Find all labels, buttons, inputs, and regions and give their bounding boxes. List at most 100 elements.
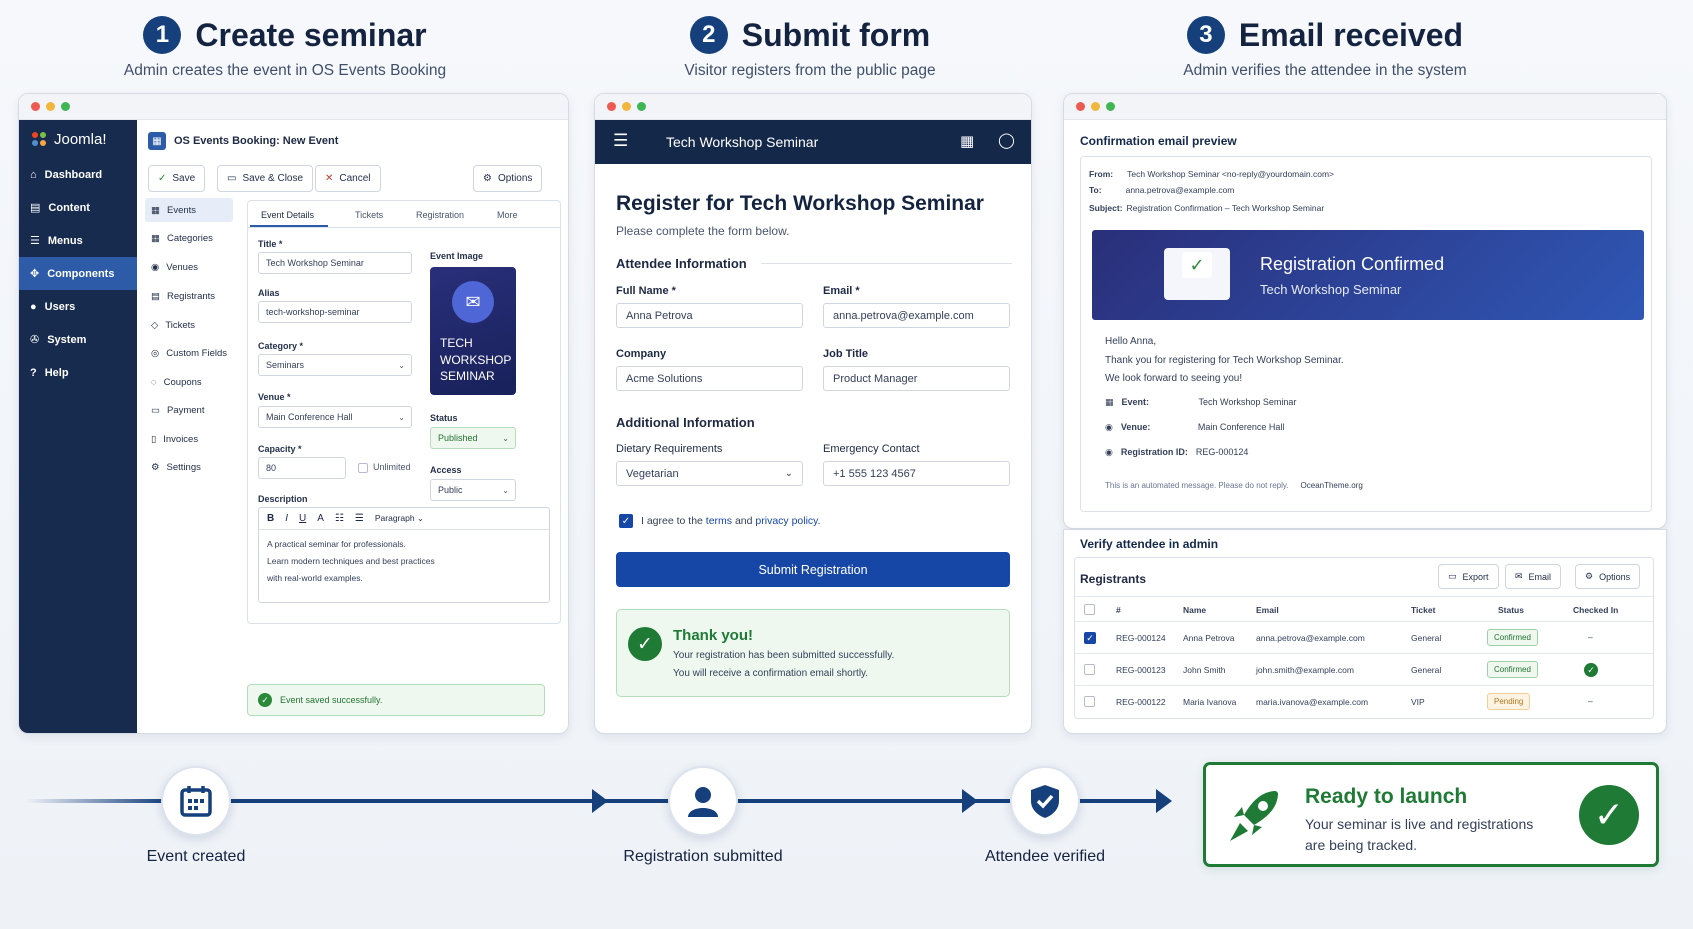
title-input[interactable]: Tech Workshop Seminar [258,252,412,274]
capacity-input[interactable]: 80 [258,457,346,479]
description-line: A practical seminar for professionals. [267,539,406,549]
sidebar-item-content[interactable]: ▤ Content [19,191,137,224]
subnav-item-registrants[interactable]: ▤ Registrants [145,284,233,308]
registration-submitted-label: Registration submitted [623,848,783,865]
sidebar-item-components[interactable]: ✥ Components [19,257,137,290]
sidebar-item-help[interactable]: ? Help [19,356,137,389]
venue-select[interactable]: Main Conference Hall ⌄ [258,406,412,428]
status-select[interactable]: Published ⌄ [430,427,516,449]
category-select[interactable]: Seminars ⌄ [258,354,412,376]
options-button[interactable]: ⚙ Options [1575,564,1641,589]
diet-select[interactable]: Vegetarian ⌄ [616,461,803,486]
bold-icon[interactable]: B [267,513,274,524]
ticket-icon: ◇ [151,319,159,331]
divider [760,263,1012,264]
row-ticket: General [1411,633,1442,643]
close-dot[interactable] [31,102,40,111]
minimize-dot[interactable] [622,102,631,111]
email-input[interactable]: anna.petrova@example.com [823,303,1010,328]
step-subtitle: Admin creates the event in OS Events Boo… [123,62,447,79]
tab-tickets[interactable]: Tickets [355,210,383,220]
row-checkbox[interactable] [1084,664,1095,675]
emergency-label: Emergency Contact [823,443,920,455]
paragraph-select[interactable]: Paragraph ⌄ [375,513,424,524]
access-select[interactable]: Public ⌄ [430,479,516,501]
event-image[interactable]: ✉ TECH WORKSHOP SEMINAR [430,267,516,395]
event-created-node [161,766,231,836]
table-row[interactable]: REG-000122 Maria Ivanova maria.ivanova@e… [1075,686,1653,718]
joomla-logo[interactable]: Joomla! [19,120,137,158]
user-icon[interactable]: ◯ [998,131,1015,149]
maximize-dot[interactable] [1106,102,1115,111]
subnav-item-categories[interactable]: ▦ Categories [145,226,233,250]
table-row[interactable]: REG-000123 John Smith john.smith@example… [1075,654,1653,686]
save-button[interactable]: ✓ Save [148,165,206,192]
subnav-label: Coupons [163,376,202,388]
export-button[interactable]: ▭ Export [1438,564,1499,589]
bullet-list-icon[interactable]: ☰ [355,513,364,524]
table-row[interactable]: ✓ REG-000124 Anna Petrova anna.petrova@e… [1075,622,1653,654]
hamburger-icon[interactable]: ☰ [613,131,628,151]
subnav-item-tickets[interactable]: ◇ Tickets [145,313,233,337]
home-icon: ⌂ [30,168,37,181]
maximize-dot[interactable] [61,102,70,111]
footer-brand[interactable]: OceanTheme.org [1301,481,1363,490]
sidebar-item-menus[interactable]: ☰ Menus [19,224,137,257]
tab-more[interactable]: More [497,210,518,220]
from-label: From: [1089,169,1114,179]
email-preview-window: Confirmation email preview From: Tech Wor… [1063,93,1667,529]
tab-registration[interactable]: Registration [416,210,464,220]
agree-checkbox[interactable]: ✓ [619,514,633,528]
close-dot[interactable] [1076,102,1085,111]
app-header: ☰ Tech Workshop Seminar ▦ ◯ [595,120,1031,164]
tab-event-details[interactable]: Event Details [261,210,314,220]
flow-line-faded [26,799,166,803]
terms-link[interactable]: terms [706,515,732,527]
save-close-button[interactable]: ▭ Save & Close [217,165,314,192]
row-checkbox-checked[interactable]: ✓ [1084,632,1096,644]
subnav-item-invoices[interactable]: ▯ Invoices [145,427,233,451]
minimize-dot[interactable] [46,102,55,111]
sidebar-item-label: Components [47,267,115,280]
sidebar-item-users[interactable]: ● Users [19,290,137,323]
chevron-down-icon: ⌄ [398,361,405,370]
calendar-icon[interactable]: ▦ [960,132,974,150]
text-color-icon[interactable]: A [317,513,324,524]
email-greeting: Hello Anna, [1105,336,1157,347]
options-button[interactable]: ⚙ Options [473,165,543,192]
ordered-list-icon[interactable]: ☷ [335,513,344,524]
submit-registration-button[interactable]: Submit Registration [616,552,1010,587]
full-name-input[interactable]: Anna Petrova [616,303,803,328]
description-editor[interactable]: B I U A ☷ ☰ Paragraph ⌄ A practical seminar fo… [258,507,550,603]
underline-icon[interactable]: U [299,513,306,524]
email-banner: ✓ Registration Confirmed Tech Workshop S… [1092,230,1644,320]
event-image-label: Event Image [430,251,484,261]
alias-input[interactable]: tech-workshop-seminar [258,301,412,323]
subnav-item-venues[interactable]: ◉ Venues [145,255,233,279]
unlimited-checkbox[interactable] [358,463,368,473]
select-all-checkbox[interactable] [1084,604,1095,615]
subnav-item-coupons[interactable]: ◌ Coupons [145,370,233,394]
row-checkbox[interactable] [1084,696,1095,707]
subnav-item-payment[interactable]: ▭ Payment [145,398,233,422]
subnav-item-events[interactable]: ▦ Events [145,198,233,222]
check-icon: ✓ [158,173,167,184]
sidebar-item-system[interactable]: ✇ System [19,323,137,356]
privacy-link[interactable]: privacy policy [755,515,817,527]
emergency-input[interactable]: +1 555 123 4567 [823,461,1010,486]
attendee-section-heading: Attendee Information [616,256,1012,271]
subnav-item-settings[interactable]: ⚙ Settings [145,455,233,479]
job-title-input[interactable]: Product Manager [823,366,1010,391]
registration-submitted-node [668,766,738,836]
email-button[interactable]: ✉ Email [1505,564,1562,589]
cancel-button[interactable]: ✕ Cancel [315,165,381,192]
company-input[interactable]: Acme Solutions [616,366,803,391]
minimize-dot[interactable] [1091,102,1100,111]
close-dot[interactable] [607,102,616,111]
email-regid-row: ◉ Registration ID: REG-000124 [1105,447,1248,458]
sidebar-item-dashboard[interactable]: ⌂ Dashboard [19,158,137,191]
maximize-dot[interactable] [637,102,646,111]
subnav-item-custom-fields[interactable]: ◎ Custom Fields [145,341,233,365]
italic-icon[interactable]: I [285,513,288,524]
event-created-label: Event created [146,848,246,865]
